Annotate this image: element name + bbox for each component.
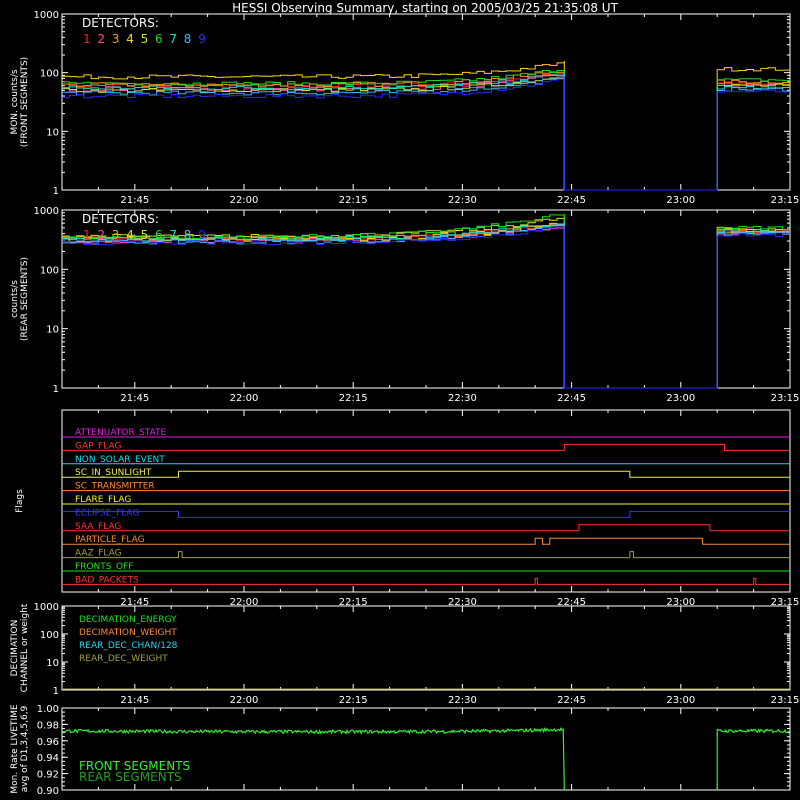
time-tick-label: 22:45 (557, 695, 586, 706)
time-tick-label: 23:00 (666, 195, 695, 206)
decimation-legend-item: DECIMATION_WEIGHT (79, 628, 177, 638)
detector-legend-number: 8 (184, 32, 192, 46)
flag-label: BAD_PACKETS (75, 575, 139, 585)
time-tick-label: 22:45 (557, 393, 586, 404)
y-tick-label: 100 (40, 265, 59, 276)
flag-label: ATTENUATOR_STATE (75, 428, 167, 438)
y-tick-label: 0.90 (37, 786, 59, 797)
detector-legend-number: 5 (141, 32, 149, 46)
time-tick-label: 21:45 (120, 695, 149, 706)
y-tick-label: 1000 (34, 10, 59, 21)
time-tick-label: 22:30 (448, 695, 477, 706)
flag-label: SC_TRANSMITTER (75, 482, 155, 492)
detector-legend-number: 4 (126, 228, 134, 242)
y-tick-label: 0.98 (37, 720, 59, 731)
detector-legend-number: 4 (126, 32, 134, 46)
flag-label: FRONTS_OFF (75, 562, 133, 572)
time-tick-label: 22:00 (230, 195, 259, 206)
detector-legend-title: DETECTORS: (82, 212, 159, 226)
decimation-legend-item: REAR_DEC_WEIGHT (79, 654, 168, 664)
detector-legend-number: 2 (97, 228, 105, 242)
y-axis-label: CHANNEL or weight (20, 603, 30, 692)
y-tick-label: 10 (46, 658, 59, 669)
chart-title: HESSI Observing Summary, starting on 200… (232, 1, 618, 15)
time-tick-label: 23:00 (666, 695, 695, 706)
time-tick-label: 22:15 (339, 695, 368, 706)
flag-label: SAA_FLAG (75, 522, 121, 532)
flag-label: ECLIPSE_FLAG (75, 508, 139, 518)
time-tick-label: 23:15 (771, 393, 800, 404)
y-tick-label: 1 (53, 384, 59, 395)
livetime-legend-item: REAR SEGMENTS (79, 770, 182, 784)
flag-label: GAP_FLAG (75, 441, 121, 451)
detector-legend-number: 1 (83, 228, 91, 242)
detector-legend-number: 9 (198, 32, 206, 46)
flag-label: AAZ_FLAG (75, 549, 122, 559)
flag-label: PARTICLE_FLAG (75, 535, 145, 545)
time-tick-label: 21:45 (120, 195, 149, 206)
detector-legend-number: 6 (155, 228, 163, 242)
y-tick-label: 1000 (34, 206, 59, 217)
y-axis-label: (FRONT SEGMENTS) (20, 57, 30, 147)
detector-legend-number: 9 (198, 228, 206, 242)
detector-legend-number: 1 (83, 32, 91, 46)
detector-legend-number: 2 (97, 32, 105, 46)
time-tick-label: 23:15 (771, 195, 800, 206)
y-tick-label: 1000 (34, 602, 59, 613)
y-tick-label: 0.94 (37, 753, 59, 764)
time-tick-label: 23:15 (771, 695, 800, 706)
decimation-legend-item: REAR_DEC_CHAN/128 (79, 641, 178, 651)
time-tick-label: 21:45 (120, 393, 149, 404)
detector-legend-title: DETECTORS: (82, 16, 159, 30)
y-tick-label: 0.96 (37, 737, 59, 748)
y-tick-label: 1.00 (37, 704, 59, 715)
detector-legend-number: 5 (141, 228, 149, 242)
y-axis-label: (REAR SEGMENTS) (20, 257, 30, 341)
time-tick-label: 22:30 (448, 393, 477, 404)
y-axis-label: DECIMATION (10, 620, 20, 677)
y-tick-label: 100 (40, 69, 59, 80)
y-axis-label: counts/s (10, 280, 20, 318)
y-tick-label: 0.92 (37, 770, 59, 781)
detector-legend-number: 3 (112, 228, 120, 242)
time-tick-label: 22:15 (339, 393, 368, 404)
time-tick-label: 22:45 (557, 195, 586, 206)
y-tick-label: 10 (46, 325, 59, 336)
flag-label: SC_IN_SUNLIGHT (75, 468, 152, 478)
flag-label: FLARE_FLAG (75, 495, 131, 505)
time-tick-label: 22:15 (339, 195, 368, 206)
detector-legend-number: 7 (169, 228, 177, 242)
detector-legend-number: 3 (112, 32, 120, 46)
hessi-observing-summary: HESSI Observing Summary, starting on 200… (0, 0, 800, 800)
y-axis-label: avg of D1,3,4,5,6,9 (20, 705, 30, 792)
y-tick-label: 1 (53, 186, 59, 197)
decimation-legend-item: DECIMATION_ENERGY (79, 615, 177, 625)
time-tick-label: 23:00 (666, 393, 695, 404)
detector-legend-number: 7 (169, 32, 177, 46)
time-tick-label: 22:00 (230, 695, 259, 706)
y-axis-label: Flags (15, 489, 25, 513)
y-axis-label: MON. counts/s (10, 69, 20, 134)
y-tick-label: 10 (46, 127, 59, 138)
flag-label: NON_SOLAR_EVENT (75, 455, 165, 465)
detector-legend-number: 6 (155, 32, 163, 46)
y-axis-label: Mon. Rate LIVETIME (10, 704, 20, 794)
y-tick-label: 100 (40, 630, 59, 641)
detector-legend-number: 8 (184, 228, 192, 242)
y-tick-label: 1 (53, 686, 59, 697)
time-tick-label: 22:30 (448, 195, 477, 206)
time-tick-label: 22:00 (230, 393, 259, 404)
